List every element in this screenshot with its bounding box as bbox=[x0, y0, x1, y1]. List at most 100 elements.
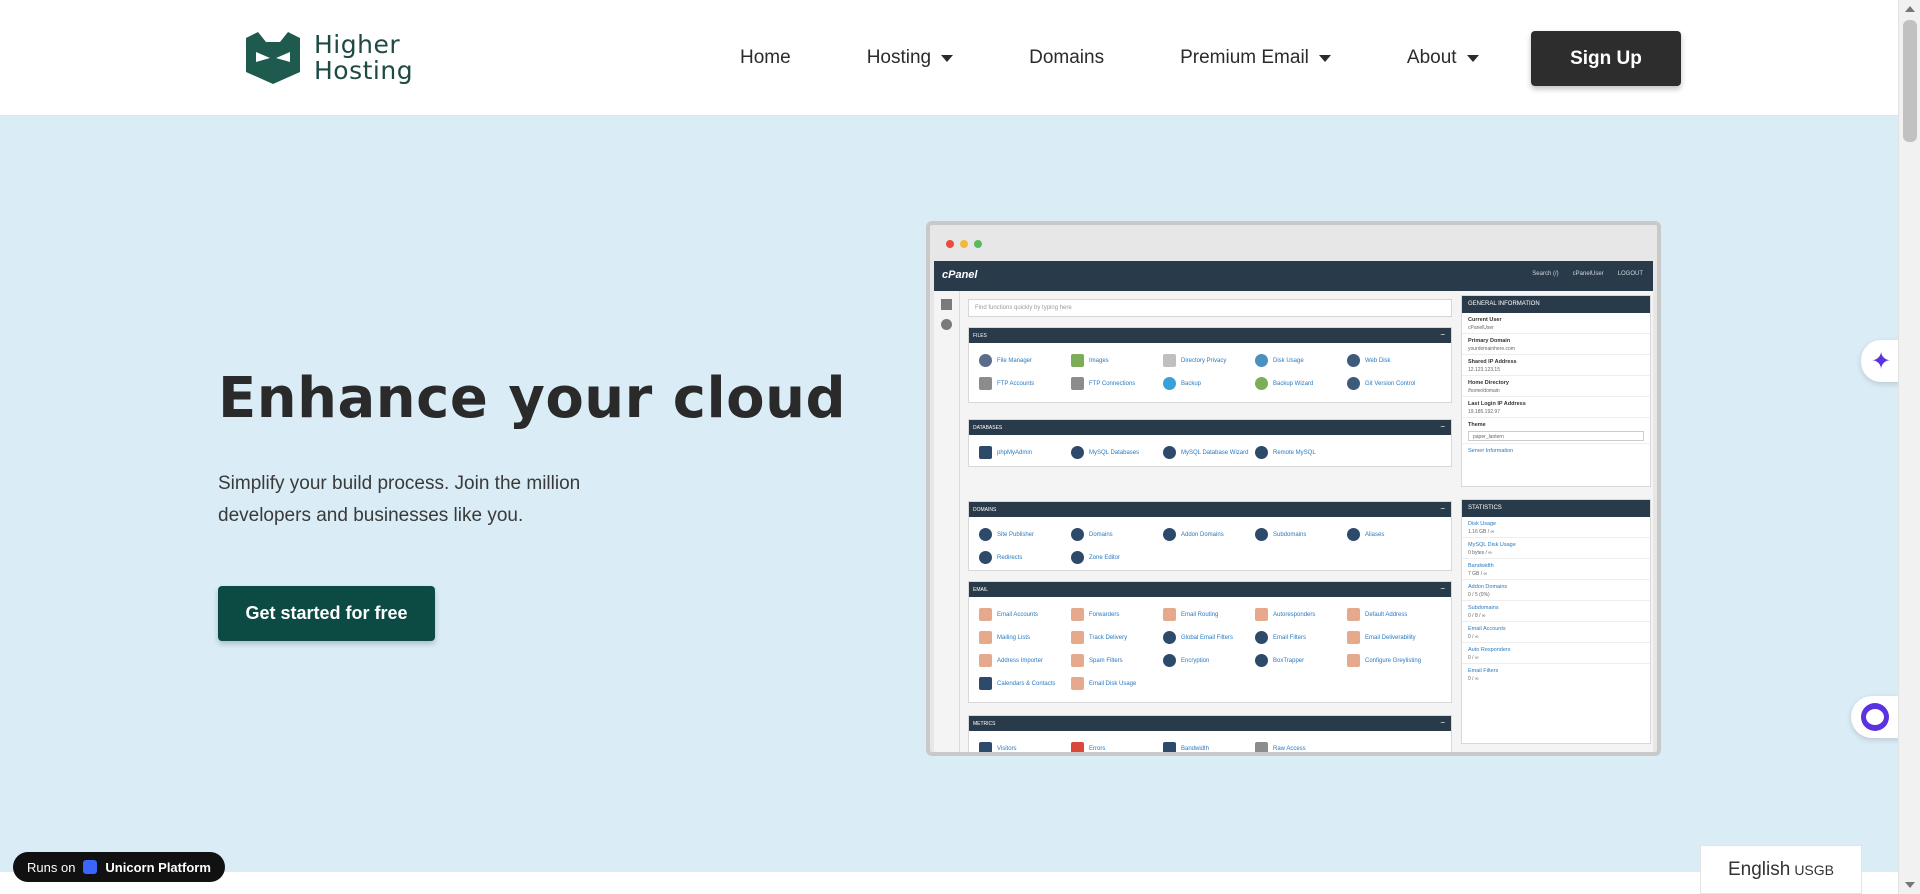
cpanel-item-label: FTP Connections bbox=[1089, 380, 1136, 387]
cpanel-item: Domains bbox=[1071, 523, 1163, 546]
info-label: Primary Domain bbox=[1468, 338, 1511, 344]
cpanel-item: Email Routing bbox=[1163, 603, 1255, 626]
sign-up-button[interactable]: Sign Up bbox=[1531, 31, 1681, 86]
panel-grid: File Manager Images Directory Privacy Di… bbox=[969, 343, 1451, 395]
stat-row: Addon Domains 0 / 5 (0%) bbox=[1462, 580, 1650, 601]
cpanel-item-label: Addon Domains bbox=[1181, 531, 1224, 538]
cpanel-item-label: Forwarders bbox=[1089, 611, 1120, 618]
panel-title: METRICS bbox=[973, 721, 996, 727]
deliverability-icon bbox=[1347, 631, 1360, 644]
runs-on-badge[interactable]: Runs on Unicorn Platform bbox=[13, 852, 225, 882]
chevron-down-icon bbox=[941, 54, 954, 62]
cpanel-item-label: Spam Filters bbox=[1089, 657, 1123, 664]
cpanel-item: Addon Domains bbox=[1163, 523, 1255, 546]
page-scrollbar[interactable] bbox=[1898, 0, 1920, 894]
stat-label: Email Filters bbox=[1468, 668, 1499, 674]
cpanel-item: Configure Greylisting bbox=[1347, 649, 1439, 672]
stat-label: Addon Domains bbox=[1468, 584, 1508, 590]
visitors-icon bbox=[979, 742, 992, 752]
panel-grid: phpMyAdmin MySQL Databases MySQL Databas… bbox=[969, 435, 1451, 464]
cpanel-topbar-links: Search (/) cPanelUser LOGOUT bbox=[1532, 271, 1643, 277]
cpanel-search: Find functions quickly by typing here bbox=[968, 299, 1452, 317]
cpanel-panel-files: FILES − File Manager Images Directory Pri… bbox=[968, 327, 1452, 403]
cpanel-item: Track Delivery bbox=[1071, 626, 1163, 649]
hero-subtitle: Simplify your build process. Join the mi… bbox=[218, 473, 581, 526]
cpanel-item-label: Encryption bbox=[1181, 657, 1210, 664]
cpanel-item: Bandwidth bbox=[1163, 737, 1255, 752]
cpanel-item-label: Site Publisher bbox=[997, 531, 1035, 538]
nav-hosting[interactable]: Hosting bbox=[829, 47, 991, 69]
logo-text-line2: Hosting bbox=[314, 56, 414, 85]
cpanel-item: Forwarders bbox=[1071, 603, 1163, 626]
get-started-button[interactable]: Get started for free bbox=[218, 586, 435, 641]
cpanel-topbar: cPanel Search (/) cPanelUser LOGOUT bbox=[934, 261, 1653, 291]
database-wizard-icon bbox=[1163, 446, 1176, 459]
cpanel-item-label: Disk Usage bbox=[1273, 357, 1304, 364]
cpanel-item-label: MySQL Databases bbox=[1089, 449, 1140, 456]
truck-icon bbox=[1071, 377, 1084, 390]
cpanel-item-label: Raw Access bbox=[1273, 745, 1306, 752]
window-close-dot bbox=[946, 240, 954, 248]
default-address-icon bbox=[1347, 608, 1360, 621]
cpanel-item-label: Default Address bbox=[1365, 611, 1408, 618]
cpanel-item: phpMyAdmin bbox=[979, 441, 1071, 464]
cpanel-item: Address Importer bbox=[979, 649, 1071, 672]
cpanel-sidebar bbox=[934, 291, 960, 752]
phpmyadmin-icon bbox=[979, 446, 992, 459]
panel-grid: Visitors Errors Bandwidth Raw Access bbox=[969, 731, 1451, 752]
logo-mark-icon bbox=[246, 32, 300, 84]
language-selector[interactable]: English USGB bbox=[1700, 845, 1862, 894]
settings-icon bbox=[941, 319, 952, 330]
cpanel-item: FTP Accounts bbox=[979, 372, 1071, 395]
window-maximize-dot bbox=[974, 240, 982, 248]
backup-wizard-icon bbox=[1255, 377, 1268, 390]
cpanel-item: Raw Access bbox=[1255, 737, 1347, 752]
ai-assistant-button[interactable]: ✦ bbox=[1861, 340, 1901, 382]
server-info-link: Server Information bbox=[1468, 448, 1514, 454]
minimize-icon: − bbox=[1440, 504, 1445, 513]
nav-about-label: About bbox=[1406, 47, 1457, 68]
cpanel-item: Autoresponders bbox=[1255, 603, 1347, 626]
logo[interactable]: Higher Hosting bbox=[244, 32, 413, 84]
language-label: English bbox=[1727, 858, 1791, 880]
cpanel-item: Redirects bbox=[979, 546, 1071, 569]
runs-on-brand: Unicorn Platform bbox=[105, 859, 211, 875]
info-value: /home/domain bbox=[1468, 388, 1500, 394]
chevron-down-icon bbox=[1466, 54, 1479, 62]
cpanel-item: Errors bbox=[1071, 737, 1163, 752]
cpanel-item: Zone Editor bbox=[1071, 546, 1163, 569]
cpanel-item-label: Bandwidth bbox=[1181, 745, 1210, 752]
info-value: cPanelUser bbox=[1468, 325, 1494, 331]
nav-home[interactable]: Home bbox=[740, 47, 829, 69]
nav-domains[interactable]: Domains bbox=[991, 47, 1142, 69]
mail-icon bbox=[979, 608, 992, 621]
stat-value: 0 / ∞ bbox=[1468, 634, 1479, 640]
nav-premium-email[interactable]: Premium Email bbox=[1142, 47, 1369, 69]
panel-title: STATISTICS bbox=[1468, 505, 1502, 511]
cpanel-item-label: BoxTrapper bbox=[1273, 657, 1305, 664]
cpanel-item-label: Global Email Filters bbox=[1181, 634, 1234, 641]
nav-about[interactable]: About bbox=[1369, 47, 1517, 69]
calendar-icon bbox=[979, 677, 992, 690]
info-value: 12.123.123.15 bbox=[1468, 367, 1500, 373]
minimize-icon: − bbox=[1440, 330, 1445, 339]
domains-icon bbox=[1071, 528, 1084, 541]
web-disk-icon bbox=[1347, 354, 1360, 367]
info-label: Current User bbox=[1468, 317, 1502, 323]
cpanel-item-label: Autoresponders bbox=[1273, 611, 1316, 618]
minimize-icon: − bbox=[1440, 584, 1445, 593]
scroll-thumb[interactable] bbox=[1903, 20, 1917, 142]
cpanel-panel-metrics: METRICS − Visitors Errors Bandwidth Raw A… bbox=[968, 715, 1452, 752]
scroll-down-icon[interactable] bbox=[1905, 882, 1915, 888]
scroll-up-icon[interactable] bbox=[1905, 6, 1915, 12]
site-publisher-icon bbox=[979, 528, 992, 541]
info-label: Theme bbox=[1468, 422, 1486, 428]
cpanel-item: Backup Wizard bbox=[1255, 372, 1347, 395]
aliases-icon bbox=[1347, 528, 1360, 541]
cpanel-item-label: Subdomains bbox=[1273, 531, 1307, 538]
cpanel-item: Spam Filters bbox=[1071, 649, 1163, 672]
stat-row: Email Accounts 0 / ∞ bbox=[1462, 622, 1650, 643]
cpanel-item-label: Calendars & Contacts bbox=[997, 680, 1056, 687]
chat-widget-button[interactable] bbox=[1851, 696, 1899, 738]
cpanel-item: Site Publisher bbox=[979, 523, 1071, 546]
